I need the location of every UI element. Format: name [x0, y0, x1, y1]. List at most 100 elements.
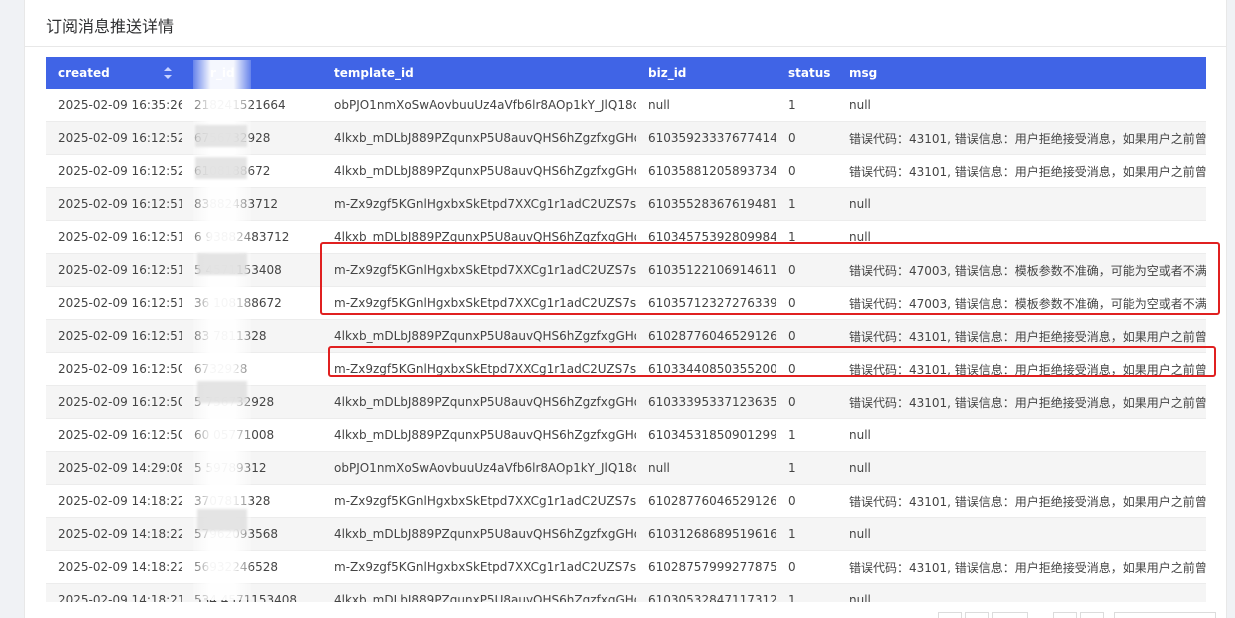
- table-row[interactable]: 2025-02-09 16:12:50 6732928 m-Zx9zgf5KGnlH…: [46, 352, 1206, 386]
- table-row[interactable]: 2025-02-09 14:18:22 57962093568 4lkxb_mDLb…: [46, 517, 1206, 551]
- cell-status: 1: [776, 187, 837, 221]
- cell-msg: 错误代码：43101, 错误信息：用户拒绝接受消息，如果用户之前曾经: [837, 154, 1206, 188]
- cell-biz-id: 610358812058937344: [636, 154, 776, 188]
- column-header-label: created: [58, 66, 110, 80]
- column-header-label: biz_id: [648, 66, 687, 80]
- cell-biz-id: 610359233376774144: [636, 121, 776, 155]
- cell-status: 0: [776, 352, 837, 386]
- cell-user-id: 5 4571153408: [182, 253, 322, 287]
- pagination-button[interactable]: [992, 612, 1028, 618]
- column-header-label: r_id: [210, 66, 235, 80]
- cell-user-id: 60 05771008: [182, 418, 322, 452]
- cell-user-id: 534 4571153408: [182, 583, 322, 602]
- cell-template-id: m-Zx9zgf5KGnlHgxbxSkEtpd7XXCg1r1adC2UZS7…: [322, 253, 636, 287]
- cell-msg: 错误代码：43101, 错误信息：用户拒绝接受消息，如果用户之前曾经: [837, 319, 1206, 353]
- pagination-button[interactable]: [1053, 612, 1077, 618]
- table-container[interactable]: created r_id template_id biz_id status m…: [46, 57, 1206, 602]
- cell-msg: 错误代码：47003, 错误信息：模板参数不准确，可能为空或者不满足: [837, 286, 1206, 320]
- cell-status: 1: [776, 89, 837, 122]
- cell-biz-id: 610357123272763392: [636, 286, 776, 320]
- cell-user-id: 6732928: [182, 352, 322, 386]
- column-header-template-id[interactable]: template_id: [322, 57, 636, 89]
- cell-biz-id: 610345753928099840: [636, 220, 776, 254]
- cell-created: 2025-02-09 14:18:22: [46, 550, 182, 584]
- cell-created: 2025-02-09 14:18:22: [46, 517, 182, 551]
- cell-template-id: 4lkxb_mDLbJ889PZqunxP5U8auvQHS6hZgzfxgGH…: [322, 154, 636, 188]
- column-header-msg[interactable]: msg: [837, 57, 1206, 89]
- cell-status: 0: [776, 253, 837, 287]
- cell-biz-id: 610355283676194816: [636, 187, 776, 221]
- table-row[interactable]: 2025-02-09 16:35:26 218241521664 obPJO1nmX…: [46, 89, 1206, 122]
- cell-msg: 错误代码：43101, 错误信息：用户拒绝接受消息，如果用户之前曾经: [837, 121, 1206, 155]
- table-row[interactable]: 2025-02-09 16:12:50 5 756732928 4lkxb_mDLb…: [46, 385, 1206, 419]
- table-row[interactable]: 2025-02-09 14:18:22 3707811328 m-Zx9zgf5KG…: [46, 484, 1206, 518]
- cell-status: 0: [776, 286, 837, 320]
- column-header-label: msg: [849, 66, 878, 80]
- cell-status: 1: [776, 451, 837, 485]
- cell-created: 2025-02-09 16:12:52: [46, 154, 182, 188]
- cell-template-id: m-Zx9zgf5KGnlHgxbxSkEtpd7XXCg1r1adC2UZS7…: [322, 187, 636, 221]
- cell-created: 2025-02-09 16:12:51: [46, 253, 182, 287]
- pagination-button[interactable]: [965, 612, 989, 618]
- table-row[interactable]: 2025-02-09 16:12:51 6 93882483712 4lkxb_mD…: [46, 220, 1206, 254]
- column-header-biz-id[interactable]: biz_id: [636, 57, 776, 89]
- sort-caret-icon[interactable]: [164, 67, 172, 79]
- cell-template-id: 4lkxb_mDLbJ889PZqunxP5U8auvQHS6hZgzfxgGH…: [322, 220, 636, 254]
- cell-created: 2025-02-09 16:12:50: [46, 418, 182, 452]
- table-row[interactable]: 2025-02-09 16:12:50 60 05771008 4lkxb_mDLb…: [46, 418, 1206, 452]
- cell-status: 1: [776, 517, 837, 551]
- table-row[interactable]: 2025-02-09 16:12:52 6108188672 4lkxb_mDLbJ…: [46, 154, 1206, 188]
- cell-user-id: 5 756732928: [182, 385, 322, 419]
- column-header-status[interactable]: status: [776, 57, 837, 89]
- cell-template-id: m-Zx9zgf5KGnlHgxbxSkEtpd7XXCg1r1adC2UZS7…: [322, 550, 636, 584]
- cell-user-id: 218241521664: [182, 89, 322, 122]
- cell-msg: null: [837, 187, 1206, 221]
- table-row[interactable]: 2025-02-09 14:29:08 5 59789312 obPJO1nmXoS…: [46, 451, 1206, 485]
- cell-created: 2025-02-09 14:18:21: [46, 583, 182, 602]
- cell-user-id: 83 7811328: [182, 319, 322, 353]
- cell-user-id: 36 108188672: [182, 286, 322, 320]
- cell-msg: 错误代码：47003, 错误信息：模板参数不准确，可能为空或者不满足: [837, 253, 1206, 287]
- cell-biz-id: 610345318509012992: [636, 418, 776, 452]
- table-row[interactable]: 2025-02-09 16:12:51 83882483712 m-Zx9zgf5K…: [46, 187, 1206, 221]
- cell-template-id: 4lkxb_mDLbJ889PZqunxP5U8auvQHS6hZgzfxgGH…: [322, 385, 636, 419]
- cell-created: 2025-02-09 16:12:50: [46, 352, 182, 386]
- table-row[interactable]: 2025-02-09 14:18:21 534 4571153408 4lkxb_m…: [46, 583, 1206, 602]
- cell-template-id: 4lkxb_mDLbJ889PZqunxP5U8auvQHS6hZgzfxgGH…: [322, 418, 636, 452]
- cell-user-id: 83882483712: [182, 187, 322, 221]
- cell-msg: 错误代码：43101, 错误信息：用户拒绝接受消息，如果用户之前曾经: [837, 385, 1206, 419]
- table-row[interactable]: 2025-02-09 16:12:51 83 7811328 4lkxb_mDLbJ…: [46, 319, 1206, 353]
- cell-biz-id: 610334408503552000: [636, 352, 776, 386]
- column-header-created[interactable]: created: [46, 57, 182, 89]
- table-row[interactable]: 2025-02-09 16:12:51 5 4571153408 m-Zx9zgf5…: [46, 253, 1206, 287]
- cell-template-id: m-Zx9zgf5KGnlHgxbxSkEtpd7XXCg1r1adC2UZS7…: [322, 484, 636, 518]
- cell-msg: null: [837, 220, 1206, 254]
- table-row[interactable]: 2025-02-09 14:18:22 56932246528 m-Zx9zgf5K…: [46, 550, 1206, 584]
- cell-created: 2025-02-09 16:12:50: [46, 385, 182, 419]
- pagination-button[interactable]: [1080, 612, 1104, 618]
- cell-status: 0: [776, 319, 837, 353]
- cell-template-id: 4lkxb_mDLbJ889PZqunxP5U8auvQHS6hZgzfxgGH…: [322, 121, 636, 155]
- title-divider: [25, 46, 1226, 47]
- cell-created: 2025-02-09 14:29:08: [46, 451, 182, 485]
- table-row[interactable]: 2025-02-09 16:12:52 6756732928 4lkxb_mDLbJ…: [46, 121, 1206, 155]
- cell-status: 0: [776, 550, 837, 584]
- cell-msg: null: [837, 89, 1206, 122]
- column-header-user-id[interactable]: r_id: [182, 57, 322, 89]
- cell-created: 2025-02-09 14:18:22: [46, 484, 182, 518]
- message-table: created r_id template_id biz_id status m…: [46, 57, 1206, 602]
- cell-user-id: 6756732928: [182, 121, 322, 155]
- table-row[interactable]: 2025-02-09 16:12:51 36 108188672 m-Zx9zgf5…: [46, 286, 1206, 320]
- cell-user-id: 6 93882483712: [182, 220, 322, 254]
- cell-status: 0: [776, 484, 837, 518]
- cell-created: 2025-02-09 16:12:52: [46, 121, 182, 155]
- cell-status: 0: [776, 385, 837, 419]
- cell-biz-id: 610333953371236352: [636, 385, 776, 419]
- cell-msg: null: [837, 583, 1206, 602]
- cell-biz-id: 610287760465291264: [636, 319, 776, 353]
- column-header-label: template_id: [334, 66, 414, 80]
- cell-template-id: obPJO1nmXoSwAovbuuUz4aVfb6lr8AOp1kY_JlQ1…: [322, 451, 636, 485]
- page-size-select[interactable]: [1114, 612, 1216, 618]
- cell-msg: null: [837, 451, 1206, 485]
- pagination-button[interactable]: [938, 612, 962, 618]
